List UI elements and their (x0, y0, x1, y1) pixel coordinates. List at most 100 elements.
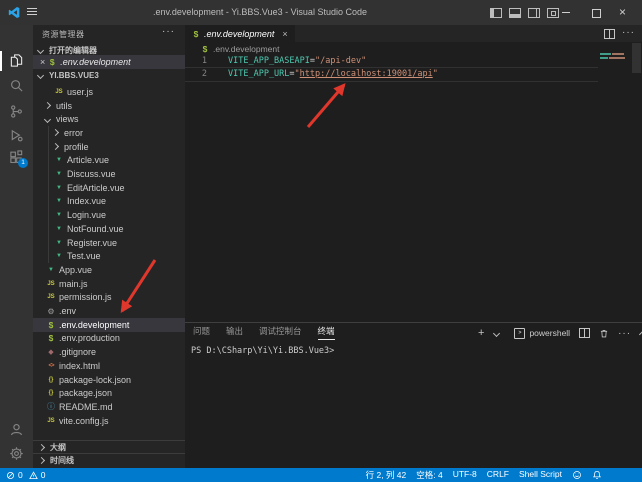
files-icon[interactable] (9, 53, 24, 68)
file-label: App.vue (59, 265, 92, 275)
status-item-3[interactable]: UTF-8 (453, 469, 477, 481)
panel-tab-3[interactable]: 调试控制台 (259, 325, 302, 339)
vue-file-icon: ▼ (54, 226, 64, 232)
tree-item-EditArticle.vue[interactable]: ▼EditArticle.vue (33, 181, 185, 195)
code-token: VITE_APP_URL (228, 69, 289, 79)
json-file-icon: {} (46, 390, 56, 396)
tree-item-error[interactable]: error (33, 126, 185, 140)
status-item-5[interactable]: Shell Script (519, 469, 562, 481)
new-terminal-icon[interactable]: + (478, 328, 484, 338)
toggle-secondary-sidebar-icon[interactable] (528, 8, 540, 18)
tree-item-index.html[interactable]: <>index.html (33, 359, 185, 373)
panel-tab-2[interactable]: 输出 (226, 325, 243, 339)
tree-item-App.vue[interactable]: ▼App.vue (33, 263, 185, 277)
file-label: README.md (59, 402, 113, 412)
panel-more-actions-icon[interactable]: ··· (618, 328, 631, 339)
minimap[interactable] (609, 57, 625, 59)
js-file-icon: JS (46, 418, 56, 424)
tree-item-vite.config.js[interactable]: JSvite.config.js (33, 414, 185, 428)
tree-item-user.js[interactable]: JSuser.js (33, 85, 185, 99)
account-icon[interactable] (9, 422, 24, 437)
tree-item-README.md[interactable]: ⓘREADME.md (33, 400, 185, 414)
code-token: " (433, 69, 438, 79)
editor-more-actions-icon[interactable]: ··· (622, 27, 635, 38)
open-editor-item[interactable]: × $ .env.development (33, 55, 185, 69)
bell-icon[interactable] (592, 470, 602, 480)
maximize-icon[interactable] (592, 9, 601, 18)
feedback-icon[interactable] (572, 470, 582, 480)
branch-icon[interactable] (9, 104, 24, 119)
split-editor-icon[interactable] (604, 29, 615, 39)
panel-actions: + > powershell ··· × (478, 327, 642, 339)
terminal-prompt[interactable]: PS D:\CSharp\Yi\Yi.BBS.Vue3> (191, 346, 334, 356)
tree-item-Login.vue[interactable]: ▼Login.vue (33, 208, 185, 222)
project-root-section[interactable]: YI.BBS.VUE3 (33, 69, 185, 82)
tree-item-.env.development[interactable]: $.env.development (33, 318, 185, 332)
file-label: Login.vue (67, 210, 106, 220)
tree-item-.gitignore[interactable]: ◆.gitignore (33, 345, 185, 359)
status-item-1[interactable]: 行 2, 列 42 (366, 469, 407, 481)
tree-item-Discuss.vue[interactable]: ▼Discuss.vue (33, 167, 185, 181)
panel-tab-1[interactable]: 问题 (193, 325, 210, 339)
tree-item-.env[interactable]: ⚙.env (33, 304, 185, 318)
env-file-icon: $ (46, 320, 56, 330)
menu-icon[interactable] (27, 8, 37, 16)
minimize-icon[interactable] (562, 12, 570, 13)
terminal-profile-icon[interactable]: > (514, 328, 525, 339)
tree-item-utils[interactable]: utils (33, 99, 185, 113)
minimap[interactable] (612, 53, 624, 55)
file-label: utils (56, 101, 72, 111)
status-item-4[interactable]: CRLF (487, 469, 509, 481)
problems-status[interactable]: 0 0 (6, 470, 45, 480)
customize-layout-icon[interactable] (547, 8, 559, 18)
timeline-section[interactable]: 时间线 (33, 453, 185, 467)
code-token: http://localhost:19001/api (300, 69, 433, 79)
file-label: EditArticle.vue (67, 183, 125, 193)
tree-item-package-lock.json[interactable]: {}package-lock.json (33, 373, 185, 387)
split-terminal-icon[interactable] (579, 328, 590, 338)
tree-item-permission.js[interactable]: JSpermission.js (33, 291, 185, 305)
gear-icon[interactable] (9, 446, 24, 461)
close-icon[interactable]: × (619, 5, 626, 19)
tree-item-views[interactable]: views (33, 112, 185, 126)
more-actions-icon[interactable]: ··· (162, 26, 175, 37)
tree-item-Index.vue[interactable]: ▼Index.vue (33, 195, 185, 209)
panel-tab-4[interactable]: 终端 (318, 325, 335, 340)
errors-icon (6, 471, 15, 480)
search-icon[interactable] (9, 78, 24, 93)
tree-item-main.js[interactable]: JSmain.js (33, 277, 185, 291)
toggle-panel-icon[interactable] (509, 8, 521, 18)
code-line-1[interactable]: 1VITE_APP_BASEAPI="/api-dev" (185, 54, 598, 68)
minimap[interactable] (600, 53, 611, 55)
tree-item-NotFound.vue[interactable]: ▼NotFound.vue (33, 222, 185, 236)
trash-icon[interactable] (599, 328, 609, 339)
code-line-2[interactable]: 2VITE_APP_URL="http://localhost:19001/ap… (185, 68, 598, 82)
status-bar: 0 0 行 2, 列 42 空格: 4 UTF-8 CRLF Shell Script (0, 468, 642, 482)
status-item-2[interactable]: 空格: 4 (416, 469, 442, 481)
tree-item-Register.vue[interactable]: ▼Register.vue (33, 236, 185, 250)
tree-item-.env.production[interactable]: $.env.production (33, 332, 185, 346)
toggle-sidebar-icon[interactable] (490, 8, 502, 18)
tree-item-profile[interactable]: profile (33, 140, 185, 154)
chevron-down-icon[interactable] (493, 329, 500, 336)
tab-env-development[interactable]: $ .env.development × (185, 25, 295, 42)
vue-file-icon: ▼ (54, 157, 64, 163)
close-editor-icon[interactable]: × (40, 57, 45, 67)
editor-scrollbar[interactable] (632, 43, 641, 73)
file-label: Test.vue (67, 251, 101, 261)
tab-label: .env.development (204, 29, 274, 39)
debug-icon[interactable] (9, 128, 24, 143)
tree-item-Test.vue[interactable]: ▼Test.vue (33, 249, 185, 263)
minimap[interactable] (600, 57, 608, 59)
tree-item-Article.vue[interactable]: ▼Article.vue (33, 154, 185, 168)
close-tab-icon[interactable]: × (282, 29, 287, 39)
info-file-icon: ⓘ (46, 401, 56, 412)
file-label: .env (59, 306, 76, 316)
git-file-icon: ◆ (46, 348, 56, 356)
file-label: .gitignore (59, 347, 96, 357)
outline-section[interactable]: 大纲 (33, 440, 185, 454)
js-file-icon: JS (46, 281, 56, 287)
tree-item-package.json[interactable]: {}package.json (33, 386, 185, 400)
sidebar-title: 资源管理器 (42, 29, 85, 40)
open-editor-label: .env.development (60, 57, 130, 67)
